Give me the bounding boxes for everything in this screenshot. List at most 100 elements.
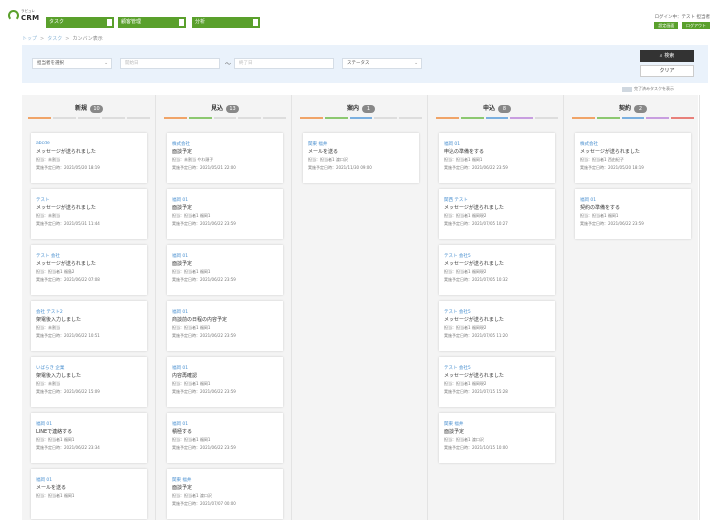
card-due-date: 実施予定日時：2021/05/31 11:44 [36, 221, 100, 226]
task-card[interactable]: 福岡 01 申込の準備をする 担当：担当者1 福岡1 実施予定日時：2021/06/2… [439, 133, 555, 183]
nav-select-customer[interactable]: 顧客管理 [118, 17, 186, 28]
stage-stripe [263, 117, 286, 119]
card-company-link[interactable]: 株式会社 [172, 141, 278, 147]
task-card[interactable]: 福岡 01 メールを送る 担当：担当者1 福岡1 [31, 469, 147, 519]
card-company-link[interactable]: 福岡 01 [172, 365, 278, 371]
kanban-column: 見込 13 株式会社 面談予定 担当：未割当 やわ頭子 実施予定日時：2021/05/21… [158, 95, 292, 520]
card-company-link[interactable]: 福岡 01 [172, 197, 278, 203]
card-company-link[interactable]: テスト [36, 197, 142, 203]
app-header: ラビュレ CRM タスク 顧客管理 分析 ログイン中：テスト 担当者 設定画面 … [0, 0, 720, 32]
card-company-link[interactable]: 福岡 01 [36, 421, 142, 427]
toggle-switch[interactable] [622, 86, 632, 92]
card-company-link[interactable]: テスト 会社5 [444, 309, 550, 315]
card-task-title: 面談予定 [172, 261, 193, 267]
task-card[interactable]: いばらき 企業 架電後入力しました 担当：未割当 実施予定日時：2021/06/22 … [31, 357, 147, 407]
card-owner: 担当：未割当 やわ頭子 [172, 157, 214, 162]
card-company-link[interactable]: 福岡 01 [172, 253, 278, 259]
card-due-date: 実施予定日時：2021/11/30 09:00 [308, 165, 372, 170]
card-owner: 担当：担当者1 福岡現2 [444, 325, 487, 330]
stage-stripe [324, 117, 348, 119]
card-company-link[interactable]: 福岡 01 [444, 141, 550, 147]
task-card[interactable]: テスト 会社5 メッセージが送られました 担当：担当者1 福岡現2 実施予定日時：20… [439, 301, 555, 351]
card-owner: 担当：担当者1 福岡現2 [444, 269, 487, 274]
card-company-link[interactable]: いばらき 企業 [36, 365, 142, 371]
stage-stripe [485, 117, 509, 119]
logout-button[interactable]: ログアウト [682, 22, 710, 29]
card-company-link[interactable]: 福岡 01 [172, 421, 278, 427]
stage-stripe [510, 117, 534, 119]
nav-select-task[interactable]: タスク [46, 17, 114, 28]
task-card[interactable]: 福岡 01 商談前の日程の内容予定 担当：担当者1 福岡1 実施予定日時：2021/0… [167, 301, 283, 351]
breadcrumb-task[interactable]: タスク [47, 36, 62, 42]
card-company-link[interactable]: 株式会社 [580, 141, 686, 147]
app-logo[interactable]: ラビュレ CRM [8, 8, 40, 26]
card-company-link[interactable]: abcde [36, 141, 142, 147]
card-company-link[interactable]: 関東 福井 [308, 141, 414, 147]
clear-button[interactable]: クリア [640, 65, 694, 77]
card-company-link[interactable]: テスト 会社 [36, 253, 142, 259]
kanban-column: 新規 10 abcde メッセージが送られました 担当：未割当 実施予定日時：2021/0… [22, 95, 156, 520]
task-card[interactable]: 関東 福井 面談予定 担当：担当者1 渡口沢 実施予定日時：2021/10/15 10… [439, 413, 555, 463]
stage-stripe [28, 117, 51, 119]
task-card[interactable]: テスト 会社5 メッセージが送られました 担当：担当者1 福岡現2 実施予定日時：20… [439, 245, 555, 295]
card-company-link[interactable]: テスト 会社5 [444, 365, 550, 371]
task-card[interactable]: 福岡 01 LINEで連絡する 担当：担当者1 福岡1 実施予定日時：2021/06/… [31, 413, 147, 463]
task-card[interactable]: 株式会社 メッセージが送られました 担当：担当者1 西由紀子 実施予定日時：2021/… [575, 133, 691, 183]
task-card[interactable]: 関西 テスト メッセージが送られました 担当：担当者1 福岡現2 実施予定日時：202… [439, 189, 555, 239]
breadcrumb-top[interactable]: トップ [22, 36, 37, 42]
status-select-value: ステータス [347, 61, 370, 66]
card-due-date: 実施予定日時：2021/10/15 10:00 [444, 445, 508, 450]
stage-stripe [349, 117, 373, 119]
task-card[interactable]: 関東 福井 面談予定 担当：担当者1 渡口沢 実施予定日時：2021/07/07 00… [167, 469, 283, 519]
task-card[interactable]: 福岡 01 内容再確認 担当：担当者1 福岡1 実施予定日時：2021/06/22 2… [167, 357, 283, 407]
task-card[interactable]: 福岡 01 積極する 担当：担当者1 福岡1 実施予定日時：2021/06/22 23… [167, 413, 283, 463]
card-company-link[interactable]: 福岡 01 [580, 197, 686, 203]
nav-select-analysis-label: 分析 [195, 19, 206, 25]
task-card[interactable]: 福岡 01 面談予定 担当：担当者1 福岡1 実施予定日時：2021/06/22 23… [167, 245, 283, 295]
card-company-link[interactable]: 関西 テスト [444, 197, 550, 203]
settings-button[interactable]: 設定画面 [654, 22, 679, 29]
stage-stripe [300, 117, 323, 119]
stage-stripe [52, 117, 76, 119]
task-card[interactable]: 会社 テスト2 架電後入力しました 担当：未割当 実施予定日時：2021/06/22 … [31, 301, 147, 351]
owner-select[interactable]: 担当者を選択 ⌄ [32, 58, 112, 69]
column-title: 申込 8 [430, 103, 564, 113]
task-card[interactable]: テスト メッセージが送られました 担当：未割当 実施予定日時：2021/05/31 1… [31, 189, 147, 239]
column-title: 見込 13 [158, 103, 292, 113]
logo-mark-icon [8, 10, 19, 21]
task-card[interactable]: テスト 会社5 メッセージが送られました 担当：担当者1 福岡現2 実施予定日時：20… [439, 357, 555, 407]
card-due-date: 実施予定日時：2021/06/22 07:08 [36, 277, 100, 282]
column-header: 契約 2 [566, 95, 699, 121]
card-company-link[interactable]: 福岡 01 [36, 477, 142, 483]
logo-text: CRM [21, 14, 40, 22]
toggle-label: 完了済みタスクを表示 [634, 86, 674, 91]
task-card[interactable]: 福岡 01 面談予定 担当：担当者1 福岡1 実施予定日時：2021/06/22 23… [167, 189, 283, 239]
chevron-down-icon: ⌄ [104, 61, 108, 66]
chevron-down-icon [107, 19, 112, 26]
task-card[interactable]: テスト 会社 メッセージが送られました 担当：担当者1 福島2 実施予定日時：2021… [31, 245, 147, 295]
stage-stripe [621, 117, 645, 119]
card-company-link[interactable]: テスト 会社5 [444, 253, 550, 259]
date-to-input[interactable]: 終了日 [234, 58, 334, 69]
card-owner: 担当：未割当 [36, 213, 60, 218]
task-card[interactable]: abcde メッセージが送られました 担当：未割当 実施予定日時：2021/05/20… [31, 133, 147, 183]
stage-stripe [77, 117, 101, 119]
show-completed-toggle[interactable]: 完了済みタスクを表示 [622, 86, 674, 92]
kanban-column: 契約 2 株式会社 メッセージが送られました 担当：担当者1 西由紀子 実施予定日時：20… [566, 95, 700, 520]
card-company-link[interactable]: 関東 福井 [444, 421, 550, 427]
column-header: 新規 10 [22, 95, 155, 121]
search-button[interactable]: ⌕ 検索 [640, 50, 694, 62]
task-card[interactable]: 関東 福井 メールを送る 担当：担当者1 渡口沢 実施予定日時：2021/11/30 … [303, 133, 419, 183]
date-from-input[interactable]: 開始日 [120, 58, 220, 69]
card-company-link[interactable]: 関東 福井 [172, 477, 278, 483]
kanban-board: 新規 10 abcde メッセージが送られました 担当：未割当 実施予定日時：2021/0… [22, 95, 700, 520]
card-company-link[interactable]: 会社 テスト2 [36, 309, 142, 315]
card-due-date: 実施予定日時：2021/07/15 15:28 [444, 389, 508, 394]
nav-select-analysis[interactable]: 分析 [192, 17, 260, 28]
card-task-title: メッセージが送られました [444, 317, 504, 323]
card-due-date: 実施予定日時：2021/06/22 15:09 [36, 389, 100, 394]
task-card[interactable]: 福岡 01 契約の準備をする 担当：担当者1 福岡1 実施予定日時：2021/06/2… [575, 189, 691, 239]
task-card[interactable]: 株式会社 面談予定 担当：未割当 やわ頭子 実施予定日時：2021/05/21 22:… [167, 133, 283, 183]
card-company-link[interactable]: 福岡 01 [172, 309, 278, 315]
status-select[interactable]: ステータス ⌄ [342, 58, 422, 69]
